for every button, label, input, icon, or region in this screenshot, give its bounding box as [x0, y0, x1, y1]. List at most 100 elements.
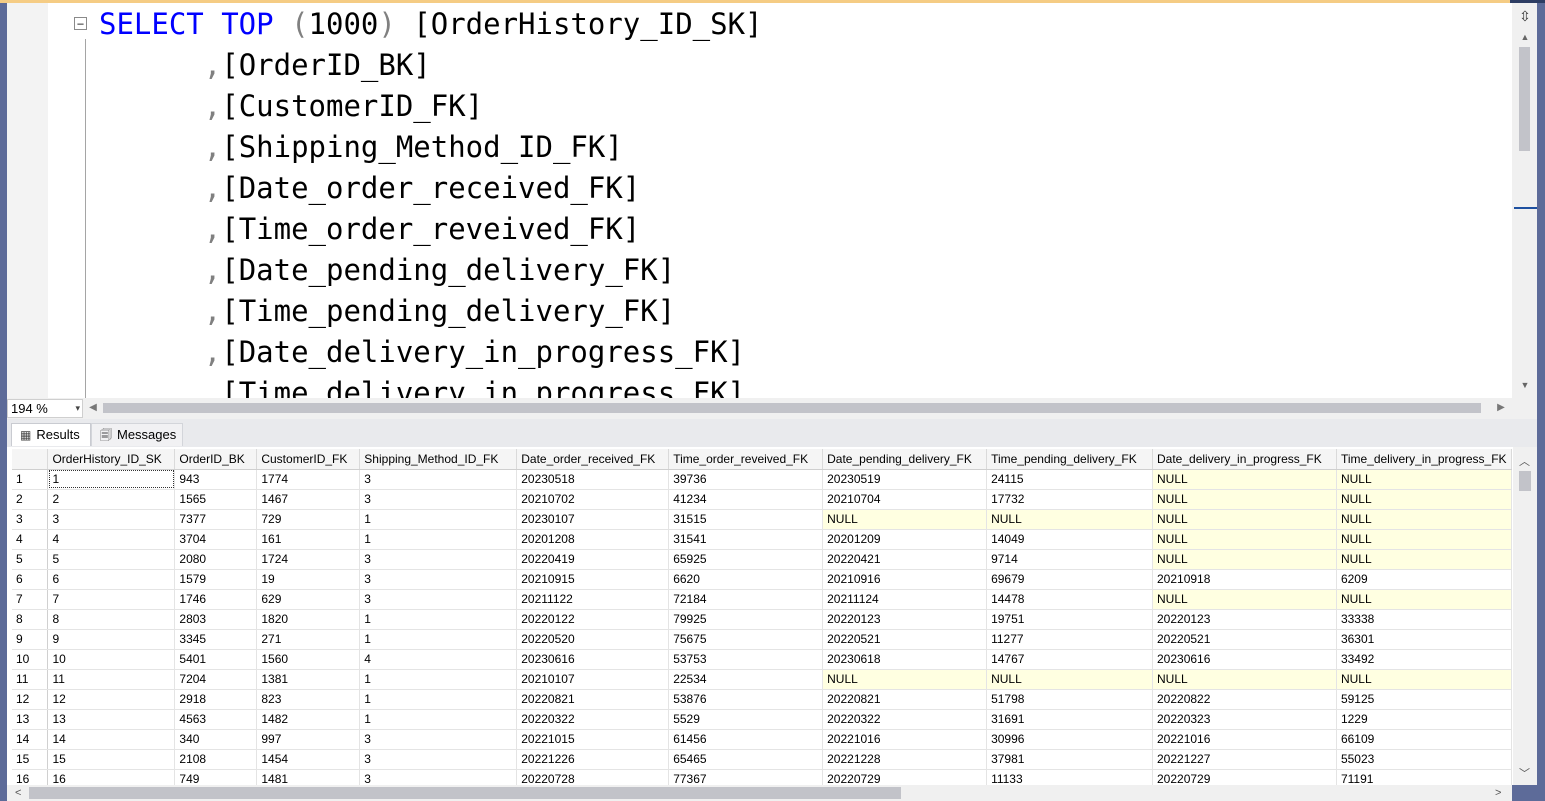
table-cell[interactable]: 6620	[668, 569, 824, 590]
table-cell[interactable]: 15	[47, 749, 176, 770]
table-cell[interactable]: 3	[359, 549, 518, 570]
table-cell[interactable]: 2803	[174, 609, 258, 630]
table-cell[interactable]: 1	[359, 669, 518, 690]
table-cell[interactable]: 2	[47, 489, 176, 510]
table-cell[interactable]: 6	[47, 569, 176, 590]
table-cell[interactable]: 161	[256, 529, 361, 550]
table-cell[interactable]: 39736	[668, 469, 824, 490]
table-cell[interactable]: 20220322	[822, 709, 988, 730]
table-cell[interactable]: 1579	[174, 569, 258, 590]
table-cell[interactable]: 997	[256, 729, 361, 750]
table-cell[interactable]: 53876	[668, 689, 824, 710]
table-cell[interactable]: 16	[47, 769, 176, 785]
table-cell[interactable]: 271	[256, 629, 361, 650]
grid-scroll-left-icon[interactable]: <	[15, 785, 21, 801]
row-number[interactable]: 15	[12, 749, 49, 770]
table-cell[interactable]: 36301	[1336, 629, 1512, 650]
table-cell[interactable]: 1	[359, 689, 518, 710]
table-cell[interactable]: 31541	[668, 529, 824, 550]
grid-scroll-down-icon[interactable]: ﹀	[1519, 765, 1530, 781]
table-cell[interactable]: 3	[359, 489, 518, 510]
table-cell[interactable]: 3704	[174, 529, 258, 550]
table-cell[interactable]: NULL	[1336, 509, 1512, 530]
table-cell[interactable]: 19751	[986, 609, 1153, 630]
table-cell[interactable]: NULL	[822, 509, 988, 530]
table-cell[interactable]: 20210918	[1152, 569, 1337, 590]
column-header[interactable]: Time_delivery_in_progress_FK	[1336, 449, 1512, 470]
table-cell[interactable]: 943	[174, 469, 258, 490]
table-cell[interactable]: 5529	[668, 709, 824, 730]
table-row[interactable]: 5 5 2080 1724 3 20220419 65925 20220421 9714 NULL…	[12, 549, 1512, 570]
table-cell[interactable]: 1560	[256, 649, 361, 670]
table-cell[interactable]: 20211124	[822, 589, 988, 610]
table-cell[interactable]: 7	[47, 589, 176, 610]
table-cell[interactable]: NULL	[1336, 489, 1512, 510]
table-cell[interactable]: 1454	[256, 749, 361, 770]
table-cell[interactable]: 1	[359, 609, 518, 630]
table-row[interactable]: 2 2 1565 1467 3 20210702 41234 20210704 17732 NUL…	[12, 489, 1512, 510]
table-cell[interactable]: 6209	[1336, 569, 1512, 590]
zoom-dropdown[interactable]: 194 % ▾	[7, 399, 83, 418]
table-cell[interactable]: 14767	[986, 649, 1153, 670]
table-cell[interactable]: 1482	[256, 709, 361, 730]
table-cell[interactable]: 1565	[174, 489, 258, 510]
grid-vertical-scrollbar[interactable]: ︿ ﹀	[1513, 447, 1537, 785]
table-cell[interactable]: 59125	[1336, 689, 1512, 710]
table-cell[interactable]: 11133	[986, 769, 1153, 785]
table-cell[interactable]: 20220822	[1152, 689, 1337, 710]
table-cell[interactable]: 749	[174, 769, 258, 785]
query-editor[interactable]: − SELECT TOP (1000) [OrderHistory_ID_SK]…	[7, 3, 1512, 398]
row-number[interactable]: 11	[12, 669, 49, 690]
row-number[interactable]: 3	[12, 509, 49, 530]
table-cell[interactable]: 22534	[668, 669, 824, 690]
column-header[interactable]: Date_pending_delivery_FK	[822, 449, 988, 470]
table-cell[interactable]: 3	[359, 569, 518, 590]
table-cell[interactable]: 3	[359, 769, 518, 785]
table-cell[interactable]: NULL	[1152, 589, 1337, 610]
table-cell[interactable]: NULL	[1336, 529, 1512, 550]
table-cell[interactable]: 823	[256, 689, 361, 710]
table-cell[interactable]: NULL	[986, 509, 1153, 530]
grid-scroll-right-icon[interactable]: >	[1495, 785, 1501, 801]
table-cell[interactable]: 77367	[668, 769, 824, 785]
table-cell[interactable]: 5	[47, 549, 176, 570]
table-cell[interactable]: NULL	[1336, 589, 1512, 610]
table-cell[interactable]: 1481	[256, 769, 361, 785]
table-cell[interactable]: 20210702	[516, 489, 670, 510]
table-cell[interactable]: 1724	[256, 549, 361, 570]
grid-scroll-up-icon[interactable]: ︿	[1519, 453, 1530, 469]
table-cell[interactable]: 20220821	[822, 689, 988, 710]
table-cell[interactable]: 20210915	[516, 569, 670, 590]
table-cell[interactable]: 20221016	[1152, 729, 1337, 750]
scroll-up-icon[interactable]: ▲	[1518, 31, 1532, 43]
table-cell[interactable]: 20221015	[516, 729, 670, 750]
table-cell[interactable]: NULL	[986, 669, 1153, 690]
table-cell[interactable]: 69679	[986, 569, 1153, 590]
table-cell[interactable]: 729	[256, 509, 361, 530]
table-cell[interactable]: NULL	[1152, 669, 1337, 690]
table-cell[interactable]: 3345	[174, 629, 258, 650]
table-row[interactable]: 12 12 2918 823 1 20220821 53876 20220821 51798 20…	[12, 689, 1512, 710]
table-cell[interactable]: 20221016	[822, 729, 988, 750]
table-cell[interactable]: 1467	[256, 489, 361, 510]
table-row[interactable]: 10 10 5401 1560 4 20230616 53753 20230618 14767 2…	[12, 649, 1512, 670]
table-cell[interactable]: 2108	[174, 749, 258, 770]
table-cell[interactable]: 41234	[668, 489, 824, 510]
scroll-right-icon[interactable]: ▶	[1495, 401, 1507, 415]
table-cell[interactable]: 37981	[986, 749, 1153, 770]
table-row[interactable]: 13 13 4563 1482 1 20220322 5529 20220322 31691 20…	[12, 709, 1512, 730]
table-cell[interactable]: 20220521	[822, 629, 988, 650]
grid-horizontal-scroll-thumb[interactable]	[29, 787, 901, 799]
table-row[interactable]: 14 14 340 997 3 20221015 61456 20221016 30996 202…	[12, 729, 1512, 750]
table-cell[interactable]: 17732	[986, 489, 1153, 510]
row-number[interactable]: 4	[12, 529, 49, 550]
table-row[interactable]: 11 11 7204 1381 1 20210107 22534 NULL NULL NULL NU…	[12, 669, 1512, 690]
results-grid[interactable]: OrderHistory_ID_SK OrderID_BK CustomerID_F…	[12, 449, 1512, 785]
row-number[interactable]: 14	[12, 729, 49, 750]
table-cell[interactable]: 14049	[986, 529, 1153, 550]
table-cell[interactable]: 20220729	[822, 769, 988, 785]
column-header[interactable]: Date_delivery_in_progress_FK	[1152, 449, 1337, 470]
table-cell[interactable]: 20230519	[822, 469, 988, 490]
table-cell[interactable]: 9	[47, 629, 176, 650]
table-cell[interactable]: 12	[47, 689, 176, 710]
